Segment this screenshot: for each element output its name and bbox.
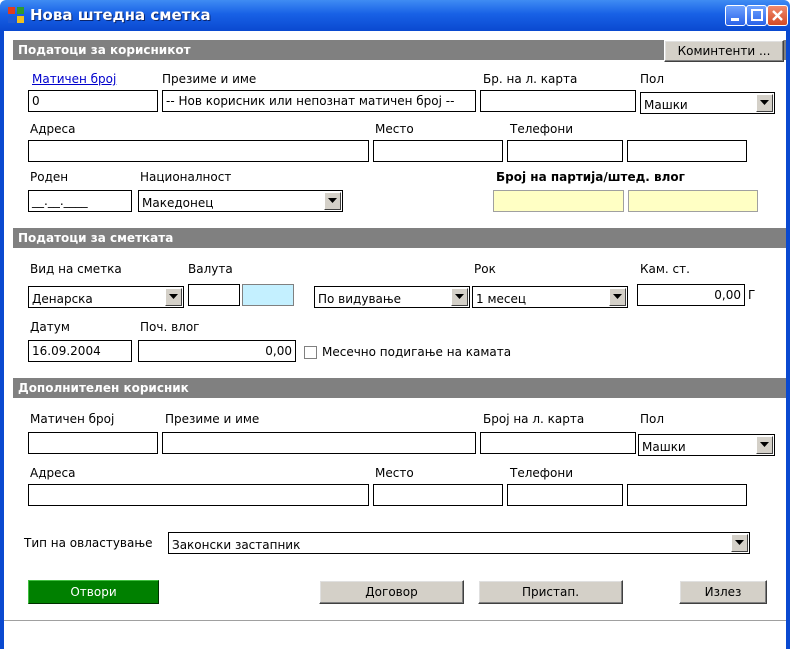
access-button[interactable]: Пристап.: [478, 580, 623, 604]
id-card-input[interactable]: [480, 90, 636, 112]
add-gender-select-value: Машки: [642, 440, 686, 454]
app-window: Нова штедна сметка Податоци за кориснико…: [0, 0, 790, 649]
account-type-select[interactable]: Денарска: [28, 286, 184, 308]
phones-label: Телефони: [510, 122, 574, 136]
born-input[interactable]: __.__.____: [28, 190, 132, 212]
authorization-select-value: Законски застапник: [172, 538, 301, 552]
close-button[interactable]: [767, 5, 788, 26]
nationality-select-value: Македонец: [142, 196, 214, 210]
rate-label: Кам. ст.: [640, 262, 690, 276]
currency-code-input[interactable]: [188, 284, 240, 306]
monthly-interest-label: Месечно подигање на камата: [322, 345, 512, 359]
add-phone1-input[interactable]: [507, 484, 623, 506]
monthly-interest-checkbox[interactable]: [304, 346, 317, 359]
maximize-icon: [751, 9, 763, 21]
window-frame-left: [0, 31, 4, 649]
phone2-input[interactable]: [627, 140, 747, 162]
currency-name-input[interactable]: [242, 284, 294, 306]
add-gender-label: Пол: [640, 412, 665, 426]
chevron-down-icon[interactable]: [756, 94, 773, 112]
gender-select[interactable]: Машки: [640, 92, 775, 114]
komintenti-button[interactable]: Коминтенти ...: [664, 40, 784, 62]
deposit-label: Поч. влог: [140, 320, 200, 334]
name-input[interactable]: -- Нов корисник или непознат матичен бро…: [162, 90, 476, 112]
party-label: Број на партија/штед. влог: [496, 170, 685, 184]
add-name-input[interactable]: [162, 432, 476, 454]
add-phones-label: Телефони: [510, 466, 574, 480]
add-place-label: Место: [375, 466, 414, 480]
rate-input[interactable]: 0,00: [637, 284, 745, 306]
id-card-label: Бр. на л. карта: [483, 72, 578, 86]
withdraw-select[interactable]: По видување: [314, 286, 470, 308]
rate-unit-label: Г: [748, 288, 756, 302]
chevron-down-icon[interactable]: [165, 288, 182, 306]
address-label: Адреса: [30, 122, 76, 136]
place-input[interactable]: [373, 140, 503, 162]
name-label: Презиме и име: [162, 72, 257, 86]
account-type-select-value: Денарска: [32, 292, 93, 306]
close-icon: [772, 10, 783, 21]
title-bar: Нова штедна сметка: [0, 0, 790, 31]
add-gender-select[interactable]: Машки: [638, 434, 775, 456]
minimize-icon: [731, 18, 739, 21]
gender-label: Пол: [640, 72, 665, 86]
add-address-input[interactable]: [28, 484, 369, 506]
authorization-select[interactable]: Законски застапник: [168, 532, 750, 554]
section-additional-title: Дополнителен корисник: [18, 381, 189, 395]
chevron-down-icon[interactable]: [451, 288, 468, 306]
add-place-input[interactable]: [373, 484, 503, 506]
authorization-label: Тип на овластување: [24, 536, 153, 550]
date-input[interactable]: 16.09.2004: [28, 340, 132, 362]
account-type-label: Вид на сметка: [30, 262, 122, 276]
chevron-down-icon[interactable]: [324, 192, 341, 210]
section-account-title: Податоци за сметката: [18, 231, 174, 245]
maximize-button[interactable]: [746, 5, 767, 26]
currency-label: Валута: [188, 262, 233, 276]
add-embg-label: Матичен број: [30, 412, 115, 426]
address-input[interactable]: [28, 140, 369, 162]
deposit-input[interactable]: 0,00: [138, 340, 296, 362]
add-embg-input[interactable]: [28, 432, 158, 454]
embg-link[interactable]: Матичен број: [32, 72, 116, 86]
status-bar-divider: [4, 620, 786, 621]
embg-input[interactable]: 0: [28, 90, 158, 112]
place-label: Место: [375, 122, 414, 136]
gender-select-value: Машки: [644, 98, 688, 112]
minimize-button[interactable]: [725, 5, 746, 26]
nationality-label: Националност: [140, 170, 232, 184]
term-select[interactable]: 1 месец: [472, 286, 628, 308]
add-phone2-input[interactable]: [627, 484, 747, 506]
add-name-label: Презиме и име: [165, 412, 260, 426]
add-id-card-label: Број на л. карта: [483, 412, 585, 426]
withdraw-select-value: По видување: [318, 292, 402, 306]
add-id-card-input[interactable]: [480, 432, 636, 454]
add-address-label: Адреса: [30, 466, 76, 480]
app-icon: [8, 7, 25, 24]
contract-button[interactable]: Договор: [319, 580, 464, 604]
window-title: Нова штедна сметка: [30, 6, 211, 24]
party-input-2[interactable]: [628, 190, 758, 212]
chevron-down-icon[interactable]: [731, 534, 748, 552]
date-label: Датум: [30, 320, 70, 334]
exit-button[interactable]: Излез: [679, 580, 767, 604]
born-label: Роден: [30, 170, 69, 184]
open-button[interactable]: Отвори: [28, 580, 159, 604]
chevron-down-icon[interactable]: [609, 288, 626, 306]
term-label: Рок: [474, 262, 496, 276]
phone1-input[interactable]: [507, 140, 623, 162]
section-client-title: Податоци за корисникот: [18, 43, 191, 57]
term-select-value: 1 месец: [476, 292, 527, 306]
chevron-down-icon[interactable]: [756, 436, 773, 454]
party-input-1[interactable]: [493, 190, 624, 212]
nationality-select[interactable]: Македонец: [138, 190, 343, 212]
window-frame-right: [786, 31, 790, 649]
